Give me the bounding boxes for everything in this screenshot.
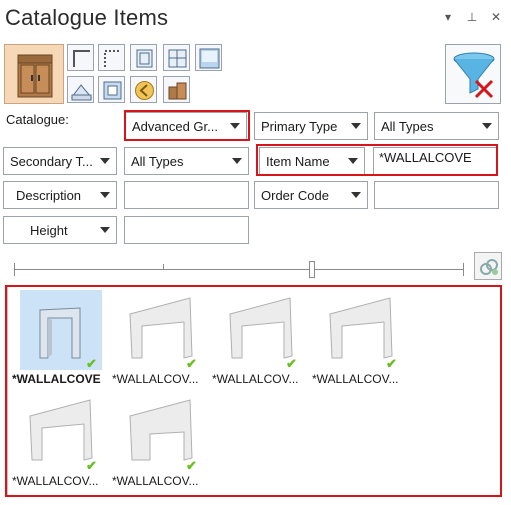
result-item-6[interactable]: ✔ *WALLALCOV...: [112, 392, 208, 492]
result-caption: *WALLALCOV...: [112, 372, 199, 386]
zoom-slider-track[interactable]: [14, 269, 464, 270]
order-code-dropdown[interactable]: Order Code: [254, 181, 368, 209]
cabinet-category-button[interactable]: [4, 44, 64, 104]
result-item-5[interactable]: ✔ *WALLALCOV...: [12, 392, 108, 492]
result-item-3[interactable]: ✔ *WALLALCOV...: [212, 290, 308, 390]
wall-unit-icon: [136, 49, 153, 68]
accessory-button[interactable]: [130, 76, 157, 103]
corner-icon: [73, 50, 90, 67]
results-grid[interactable]: ✔ *WALLALCOVE ✔ *WALLALCOV... ✔ *WALLALC…: [7, 285, 502, 497]
chevron-down-icon: [351, 123, 361, 129]
chevron-down-icon: [100, 158, 110, 164]
frame-button[interactable]: [98, 76, 125, 103]
height-label: Height: [30, 222, 68, 238]
check-icon: ✔: [86, 356, 97, 371]
check-icon: ✔: [186, 458, 197, 473]
chevron-down-icon: [100, 192, 110, 198]
catalogue-dropdown[interactable]: Advanced Gr...: [125, 112, 247, 140]
slider-tick: [463, 263, 464, 276]
result-caption: *WALLALCOVE: [12, 372, 101, 386]
check-icon: ✔: [86, 458, 97, 473]
funnel-clear-icon: [453, 52, 495, 99]
chain-icon: [480, 259, 498, 275]
item-name-input[interactable]: *WALLALCOVE: [373, 147, 498, 175]
item-name-dropdown[interactable]: Item Name: [259, 147, 365, 175]
close-icon[interactable]: ✕: [489, 10, 503, 24]
result-item-2[interactable]: ✔ *WALLALCOV...: [112, 290, 208, 390]
height-input[interactable]: [124, 216, 249, 244]
slider-tick: [163, 264, 164, 269]
window-controls: ▾ ⊥ ✕: [441, 10, 503, 24]
clear-filter-button[interactable]: [445, 44, 501, 104]
window-unit-button[interactable]: [163, 44, 190, 71]
result-caption: *WALLALCOV...: [112, 474, 199, 488]
order-code-label: Order Code: [261, 187, 329, 203]
window-unit-icon: [168, 49, 187, 68]
chevron-down-icon: [348, 158, 358, 164]
result-caption: *WALLALCOV...: [312, 372, 399, 386]
description-label: Description: [16, 187, 82, 203]
zoom-slider-thumb[interactable]: [309, 261, 315, 278]
result-caption: *WALLALCOV...: [12, 474, 99, 488]
appliance-button[interactable]: [163, 76, 190, 103]
order-code-input[interactable]: [374, 181, 499, 209]
result-item-1[interactable]: ✔ *WALLALCOVE: [12, 290, 108, 390]
secondary-type-label: Secondary T...: [10, 153, 93, 169]
chevron-down-icon: [100, 227, 110, 233]
catalogue-dropdown-value: Advanced Gr...: [132, 118, 218, 134]
corner-dotted-button[interactable]: [98, 44, 125, 71]
description-dropdown[interactable]: Description: [3, 181, 117, 209]
secondary-type-dropdown[interactable]: Secondary T...: [3, 147, 117, 175]
cabinet-icon: [17, 54, 53, 98]
panel-menu-icon[interactable]: ▾: [441, 10, 455, 24]
secondary-all-types-dropdown[interactable]: All Types: [124, 147, 249, 175]
chevron-down-icon: [351, 192, 361, 198]
slider-tick: [14, 263, 15, 276]
pin-icon[interactable]: ⊥: [465, 10, 479, 24]
extrusion-button[interactable]: [67, 76, 94, 103]
accessory-icon: [135, 81, 154, 100]
panel-item-button[interactable]: [195, 44, 222, 71]
link-options-button[interactable]: [474, 252, 502, 280]
chevron-down-icon: [482, 123, 492, 129]
panel-title: Catalogue Items: [5, 5, 169, 30]
chevron-down-icon: [232, 158, 242, 164]
wall-unit-button[interactable]: [130, 44, 157, 71]
chevron-down-icon: [230, 123, 240, 129]
check-icon: ✔: [286, 356, 297, 371]
description-input[interactable]: [124, 181, 249, 209]
frame-icon: [103, 81, 122, 100]
panel-item-icon: [199, 48, 220, 69]
item-name-label: Item Name: [266, 153, 330, 169]
corner-cabinet-button[interactable]: [67, 44, 94, 71]
primary-type-dropdown[interactable]: Primary Type: [254, 112, 368, 140]
secondary-all-types-value: All Types: [131, 153, 184, 169]
result-item-4[interactable]: ✔ *WALLALCOV...: [312, 290, 408, 390]
extrusion-icon: [71, 84, 93, 101]
catalogue-label: Catalogue:: [6, 112, 69, 127]
check-icon: ✔: [386, 356, 397, 371]
primary-type-label: Primary Type: [261, 118, 338, 134]
primary-all-types-dropdown[interactable]: All Types: [374, 112, 499, 140]
check-icon: ✔: [186, 356, 197, 371]
corner-dotted-icon: [104, 50, 121, 67]
primary-all-types-value: All Types: [381, 118, 434, 134]
result-caption: *WALLALCOV...: [212, 372, 299, 386]
appliance-icon: [168, 82, 187, 100]
height-dropdown[interactable]: Height: [3, 216, 117, 244]
